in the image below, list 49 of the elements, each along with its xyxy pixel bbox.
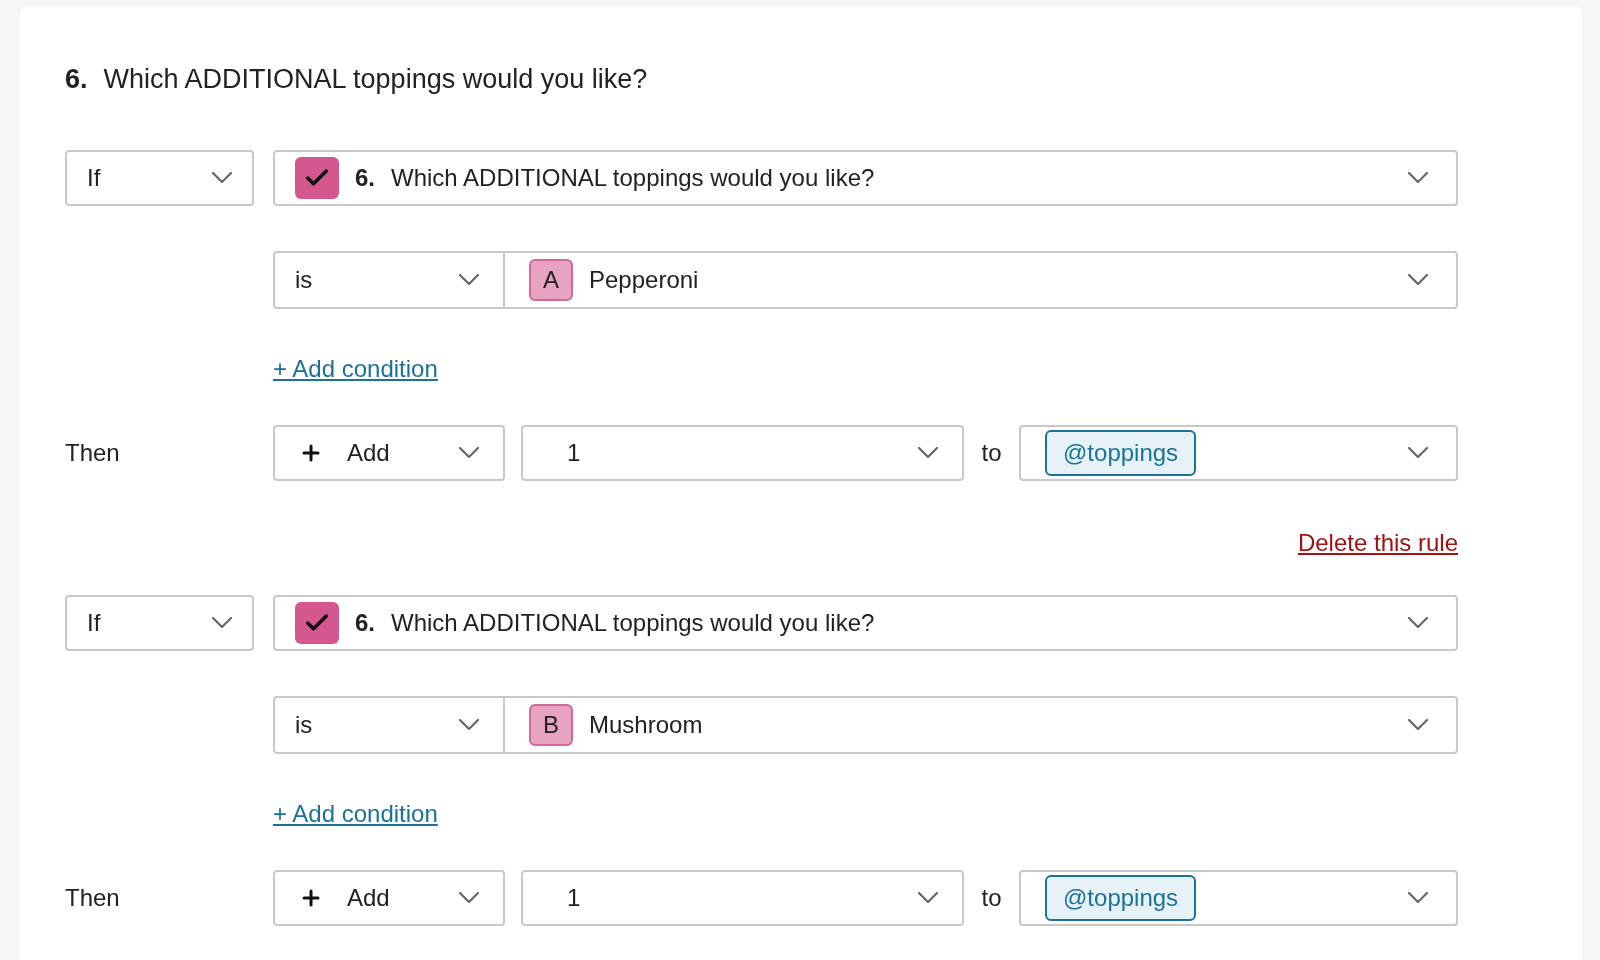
chevron-down-icon: [1408, 172, 1428, 183]
then-label: Then: [65, 437, 121, 468]
answer-label: Mushroom: [589, 709, 703, 740]
question-number: 6.: [355, 607, 375, 638]
chevron-down-icon: [1408, 447, 1428, 458]
chevron-down-icon: [1408, 719, 1428, 730]
chevron-down-icon: [459, 892, 479, 903]
value-dropdown[interactable]: 1: [521, 424, 964, 481]
checkbox-question-icon: [295, 601, 339, 644]
chevron-down-icon: [212, 617, 232, 628]
delete-rule-link[interactable]: Delete this rule: [1297, 524, 1458, 561]
variable-dropdown[interactable]: @toppings: [1019, 424, 1458, 481]
chevron-down-icon: [1408, 617, 1428, 628]
question-title: Which ADDITIONAL toppings would you like?: [103, 63, 648, 96]
chevron-down-icon: [1408, 274, 1428, 285]
condition-dropdown[interactable]: If: [65, 149, 254, 206]
variable-tag: @toppings: [1045, 429, 1197, 476]
question-text: Which ADDITIONAL toppings would you like?: [391, 162, 875, 193]
add-condition-link[interactable]: + Add condition: [273, 354, 438, 382]
checkbox-question-icon: [295, 156, 339, 199]
answer-letter-badge: A: [529, 258, 573, 301]
chevron-down-icon: [1408, 892, 1428, 903]
chevron-down-icon: [918, 892, 938, 903]
question-number: 6.: [65, 63, 88, 96]
question-text: Which ADDITIONAL toppings would you like?: [391, 607, 875, 638]
condition-dropdown[interactable]: If: [65, 594, 254, 651]
operator-dropdown[interactable]: is: [275, 697, 505, 752]
question-number: 6.: [355, 162, 375, 193]
answer-label: Pepperoni: [589, 264, 699, 295]
variable-tag: @toppings: [1045, 874, 1197, 921]
value-dropdown[interactable]: 1: [521, 869, 964, 926]
answer-dropdown[interactable]: A Pepperoni: [505, 252, 1456, 307]
then-label: Then: [65, 882, 121, 913]
chevron-down-icon: [212, 172, 232, 183]
chevron-down-icon: [918, 447, 938, 458]
answer-letter-badge: B: [529, 703, 573, 746]
chevron-down-icon: [459, 719, 479, 730]
operator-dropdown[interactable]: is: [275, 252, 505, 307]
chevron-down-icon: [459, 274, 479, 285]
variable-dropdown[interactable]: @toppings: [1019, 869, 1458, 926]
add-condition-link[interactable]: + Add condition: [273, 799, 438, 827]
action-dropdown[interactable]: Add: [273, 869, 505, 926]
question-dropdown[interactable]: 6. Which ADDITIONAL toppings would you like?: [273, 594, 1458, 651]
to-label: to: [980, 437, 1003, 468]
answer-dropdown[interactable]: B Mushroom: [505, 697, 1456, 752]
to-label: to: [980, 882, 1003, 913]
question-dropdown[interactable]: 6. Which ADDITIONAL toppings would you like?: [273, 149, 1458, 206]
chevron-down-icon: [459, 447, 479, 458]
action-dropdown[interactable]: Add: [273, 424, 505, 481]
